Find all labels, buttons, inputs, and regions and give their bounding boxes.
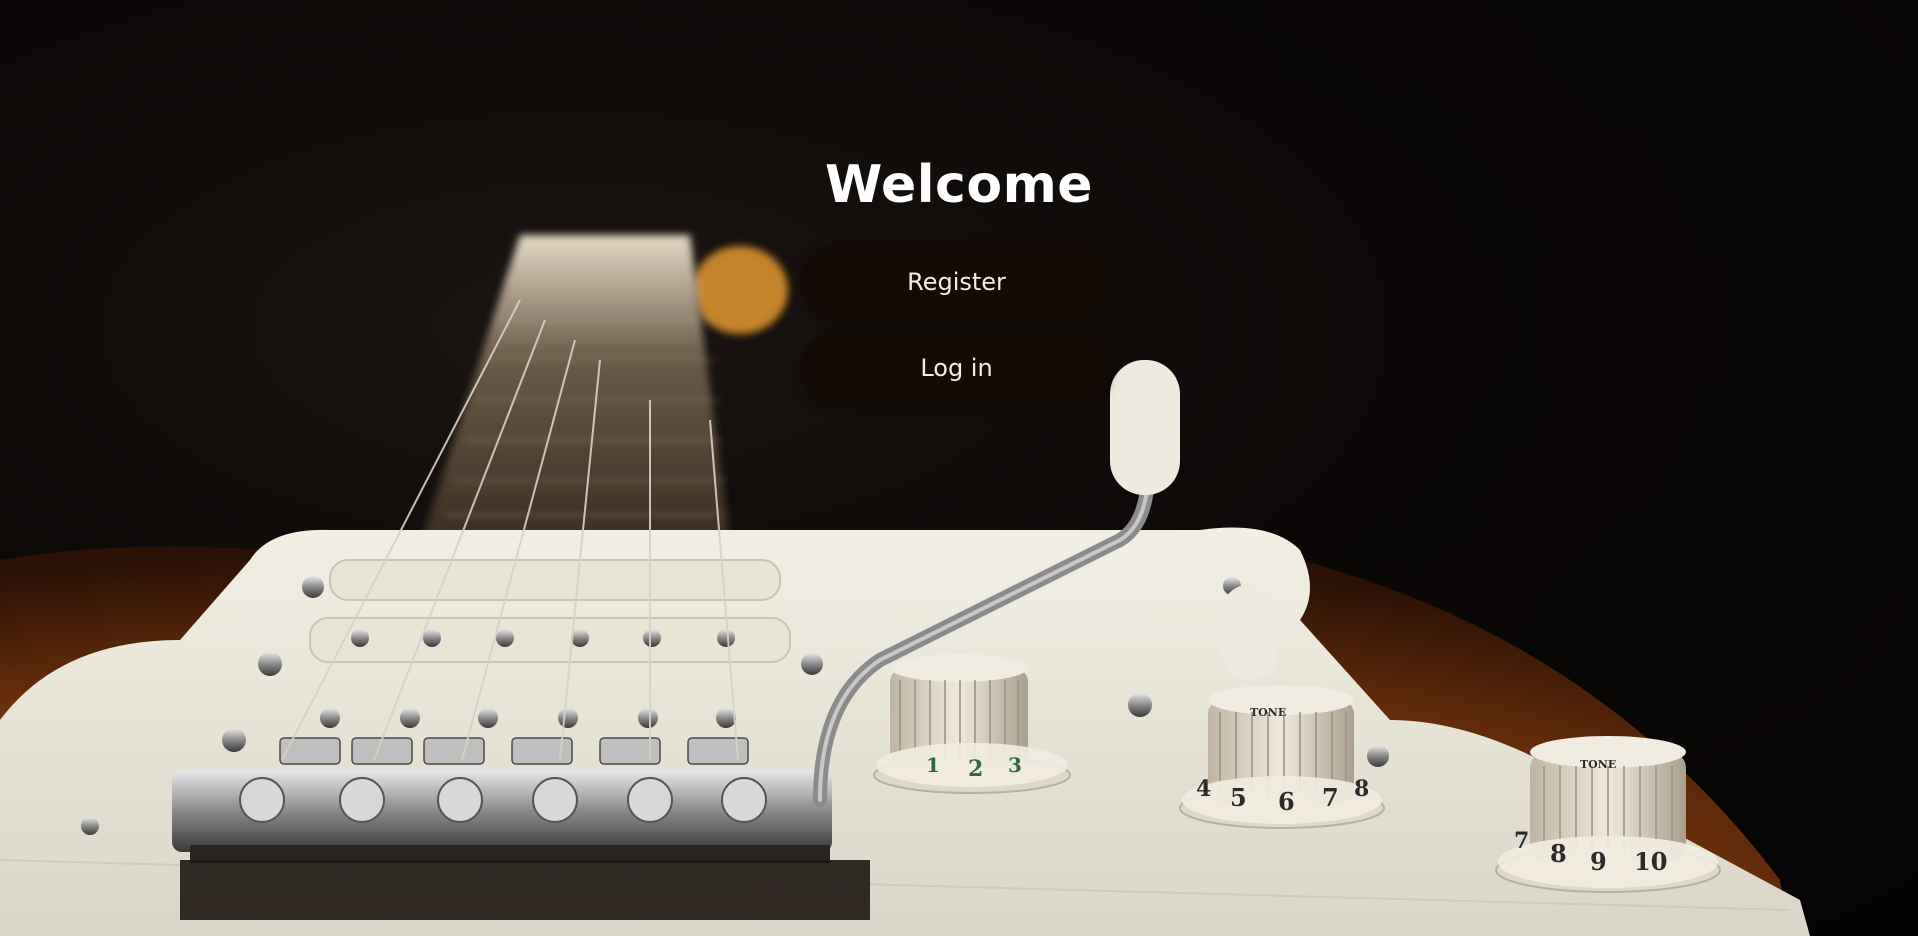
welcome-overlay: Welcome Register Log in [0, 0, 1918, 936]
login-button[interactable]: Log in [801, 330, 1112, 406]
welcome-title: Welcome [824, 155, 1094, 215]
register-button[interactable]: Register [801, 244, 1112, 320]
welcome-screen: 1 2 3 TONE 4 5 6 7 8 TONE 7 8 9 10 Welco… [0, 0, 1918, 936]
